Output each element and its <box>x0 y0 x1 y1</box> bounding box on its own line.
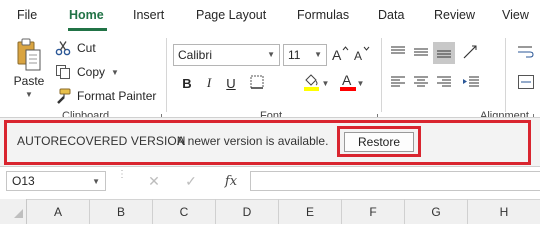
indent-button[interactable] <box>460 72 482 94</box>
tab-insert[interactable]: Insert <box>133 8 164 22</box>
cancel-entry-button[interactable]: ✕ <box>143 171 165 191</box>
merge-center-button[interactable] <box>515 72 537 94</box>
column-header-b[interactable]: B <box>90 199 153 224</box>
chevron-down-icon: ▼ <box>356 78 365 88</box>
increase-font-size-button[interactable]: A <box>329 44 351 66</box>
column-header-e[interactable]: E <box>279 199 342 224</box>
chevron-down-icon: ▼ <box>314 50 322 59</box>
column-header-g[interactable]: G <box>405 199 468 224</box>
group-divider <box>381 38 382 112</box>
paste-button[interactable]: Paste ▼ <box>8 38 50 104</box>
fill-color-button[interactable]: ▼ <box>302 72 330 94</box>
borders-icon <box>250 75 264 92</box>
italic-button[interactable]: I <box>198 72 220 94</box>
middle-align-button[interactable] <box>410 42 432 64</box>
column-header-d[interactable]: D <box>216 199 279 224</box>
bold-button[interactable]: B <box>176 72 198 94</box>
bottom-align-button[interactable] <box>433 42 455 64</box>
format-painter-label: Format Painter <box>77 89 157 103</box>
indent-icon <box>463 76 479 91</box>
copy-dropdown-icon[interactable]: ▼ <box>111 68 119 77</box>
align-right-button[interactable] <box>433 72 455 94</box>
chevron-down-icon: ▼ <box>92 177 100 186</box>
cut-button[interactable]: Cut <box>54 38 96 58</box>
column-header-f[interactable]: F <box>342 199 405 224</box>
italic-icon: I <box>206 75 212 90</box>
tab-home[interactable]: Home <box>69 8 104 22</box>
tab-page-layout[interactable]: Page Layout <box>196 8 266 22</box>
align-bottom-icon <box>437 46 451 61</box>
clipboard-icon <box>16 38 42 75</box>
decrease-font-size-button[interactable]: A <box>351 44 373 66</box>
copy-button[interactable]: Copy ▼ <box>54 62 119 82</box>
merge-cells-icon <box>518 74 534 92</box>
underline-icon: U <box>226 75 236 91</box>
enter-entry-button[interactable]: ✓ <box>180 171 202 191</box>
align-center-button[interactable] <box>410 72 432 94</box>
font-size-combo[interactable]: 11 ▼ <box>283 44 327 66</box>
formula-bar-grip-icon[interactable]: ⋮ <box>117 170 127 180</box>
paste-dropdown-icon[interactable]: ▼ <box>8 90 50 99</box>
tab-formulas[interactable]: Formulas <box>297 8 349 22</box>
paint-bucket-icon <box>303 72 321 95</box>
cut-label: Cut <box>77 41 96 55</box>
column-header-c[interactable]: C <box>153 199 216 224</box>
close-icon: ✕ <box>148 172 160 189</box>
borders-button[interactable] <box>246 72 268 94</box>
checkmark-icon: ✓ <box>185 172 197 189</box>
font-name-combo[interactable]: Calibri ▼ <box>173 44 280 66</box>
name-box[interactable]: O13 ▼ <box>6 171 106 191</box>
decrease-font-icon: A <box>353 46 371 65</box>
insert-function-button[interactable]: fx <box>220 171 242 191</box>
wrap-text-icon <box>518 45 534 62</box>
bold-icon: B <box>182 75 192 91</box>
tab-file[interactable]: File <box>17 8 37 22</box>
paste-label: Paste <box>13 74 45 88</box>
ribbon-tabs: File Home Insert Page Layout Formulas Da… <box>0 0 540 34</box>
restore-button-highlight <box>337 126 421 157</box>
align-left-button[interactable] <box>387 72 409 94</box>
tab-data[interactable]: Data <box>378 8 404 22</box>
paintbrush-icon <box>54 87 72 105</box>
wrap-text-button[interactable] <box>515 42 537 64</box>
top-align-button[interactable] <box>387 42 409 64</box>
copy-icon <box>54 63 72 81</box>
font-color-button[interactable]: A ▼ <box>338 72 366 94</box>
active-tab-indicator <box>68 28 107 31</box>
column-header-a[interactable]: A <box>27 199 90 224</box>
select-all-triangle-icon <box>14 209 23 218</box>
column-header-h[interactable]: H <box>468 199 540 224</box>
name-box-value: O13 <box>12 174 35 188</box>
copy-label: Copy <box>77 65 106 79</box>
format-painter-button[interactable]: Format Painter <box>54 86 156 106</box>
svg-text:A: A <box>332 47 342 62</box>
align-right-icon <box>437 76 451 91</box>
tab-review[interactable]: Review <box>434 8 475 22</box>
svg-text:A: A <box>354 49 362 62</box>
group-divider <box>505 38 506 112</box>
function-icon: fx <box>224 173 238 189</box>
font-size-value: 11 <box>288 48 301 62</box>
chevron-down-icon: ▼ <box>267 50 275 59</box>
align-left-icon <box>391 76 405 91</box>
tab-view[interactable]: View <box>502 8 529 22</box>
message-bar-highlight <box>4 120 531 165</box>
chevron-down-icon: ▼ <box>321 78 330 88</box>
group-divider <box>166 38 167 112</box>
font-name-value: Calibri <box>178 48 213 62</box>
text-orientation-icon <box>462 44 480 63</box>
formula-input[interactable] <box>250 171 540 191</box>
svg-text:A: A <box>342 72 352 88</box>
scissors-icon <box>54 39 72 57</box>
align-middle-icon <box>414 46 428 61</box>
underline-button[interactable]: U <box>220 72 242 94</box>
font-color-icon: A <box>339 72 356 95</box>
align-top-icon <box>391 46 405 61</box>
increase-font-icon: A <box>331 45 349 65</box>
align-center-icon <box>414 76 428 91</box>
orientation-button[interactable] <box>460 42 482 64</box>
ribbon: Paste ▼ Cut Copy ▼ Format Painter Clipbo… <box>0 34 540 122</box>
